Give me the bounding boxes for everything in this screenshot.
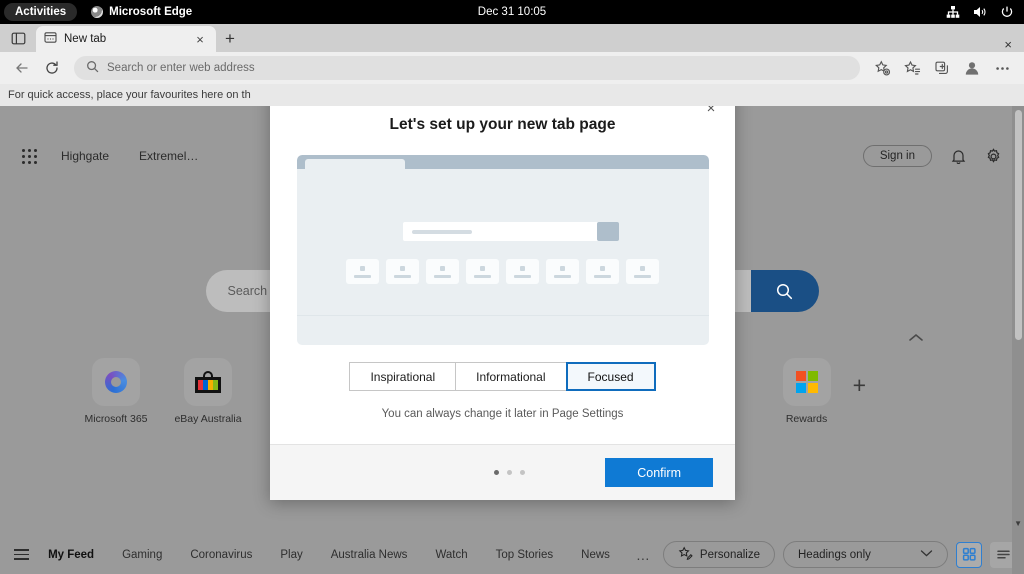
feed-bar-actions: Personalize Headings only (662, 541, 1016, 568)
pagination-dot[interactable] (507, 470, 512, 475)
grid-view-icon[interactable] (956, 541, 982, 568)
volume-icon[interactable] (973, 5, 987, 19)
add-favourite-icon[interactable] (868, 55, 896, 81)
feed-item-my-feed[interactable]: My Feed (34, 549, 108, 561)
activities-button[interactable]: Activities (4, 3, 78, 21)
preview-tile (626, 259, 659, 284)
dialog-title: Let's set up your new tab page (389, 116, 616, 133)
search-icon (86, 60, 99, 76)
preview-search-box (402, 222, 608, 241)
favourites-icon[interactable] (898, 55, 926, 81)
reload-icon[interactable] (38, 55, 66, 81)
preview-tile (546, 259, 579, 284)
preview-tile (586, 259, 619, 284)
feed-item-play[interactable]: Play (266, 549, 316, 561)
star-pencil-icon (678, 546, 693, 564)
profile-icon[interactable] (958, 55, 986, 81)
active-app-name: Microsoft Edge (109, 6, 193, 18)
window-close-button[interactable]: × (1004, 37, 1012, 52)
preview-divider (296, 315, 709, 316)
page-search-button[interactable] (750, 270, 819, 312)
toolbar-actions (868, 55, 1016, 81)
ebay-icon (184, 358, 232, 406)
dialog-footer: Confirm (270, 444, 735, 500)
preview-tile-row (297, 259, 709, 284)
system-tray[interactable] (946, 5, 1014, 19)
sign-in-button[interactable]: Sign in (862, 145, 932, 167)
feed-bar: My Feed Gaming Coronavirus Play Australi… (0, 535, 1024, 574)
tab-title: New tab (64, 33, 107, 45)
shortcut-label: Microsoft 365 (84, 413, 148, 425)
shortcut-tile[interactable]: Microsoft 365 (70, 358, 162, 425)
page-link-highgate[interactable]: Highgate (61, 149, 109, 163)
active-app-indicator[interactable]: Microsoft Edge (91, 6, 192, 18)
hamburger-icon[interactable] (8, 549, 34, 560)
address-bar-placeholder: Search or enter web address (107, 62, 255, 74)
browser-toolbar: Search or enter web address (0, 52, 1024, 84)
shortcut-tile[interactable]: eBay Australia (162, 358, 254, 425)
layout-option-group: Inspirational Informational Focused (270, 362, 735, 391)
preview-tile (426, 259, 459, 284)
personalize-label: Personalize (699, 548, 760, 561)
chevron-down-icon (920, 549, 933, 561)
feed-more-button[interactable]: … (624, 547, 663, 563)
confirm-button[interactable]: Confirm (605, 458, 713, 487)
microsoft-rewards-icon (782, 358, 831, 406)
preview-search-button (596, 222, 619, 241)
preview-tile (346, 259, 379, 284)
browser-tab[interactable]: New tab × (36, 26, 216, 52)
favourites-hint: For quick access, place your favourites … (8, 89, 251, 101)
page-link-extreme[interactable]: Extremel… (139, 149, 198, 163)
add-shortcut-button[interactable]: + (853, 372, 866, 399)
settings-more-icon[interactable] (988, 55, 1016, 81)
sidebar-toggle-icon[interactable] (0, 24, 36, 52)
favourites-bar: For quick access, place your favourites … (0, 84, 1024, 106)
address-bar[interactable]: Search or enter web address (74, 56, 860, 80)
preview-tile (386, 259, 419, 284)
scrollbar-down-arrow[interactable]: ▼ (1014, 519, 1022, 528)
network-icon[interactable] (946, 5, 960, 19)
feed-item-coronavirus[interactable]: Coronavirus (176, 549, 266, 561)
back-arrow-icon[interactable] (8, 55, 36, 81)
layout-option-informational[interactable]: Informational (455, 362, 567, 391)
layout-option-inspirational[interactable]: Inspirational (349, 362, 457, 391)
microsoft-365-icon (92, 358, 140, 406)
feed-item-australia-news[interactable]: Australia News (317, 549, 422, 561)
layout-preview (296, 155, 709, 345)
new-tab-setup-dialog: × Let's set up your new tab page Inspira… (270, 85, 735, 500)
browser-tab-strip: New tab × + × (0, 24, 1024, 52)
tab-close-icon[interactable]: × (192, 31, 208, 47)
gear-icon[interactable] (985, 147, 1002, 165)
shortcut-label: eBay Australia (174, 413, 242, 425)
bell-icon[interactable] (950, 148, 967, 165)
pagination-dots (494, 470, 525, 475)
feed-item-watch[interactable]: Watch (421, 549, 481, 561)
page-scrollbar[interactable]: ▼ (1012, 106, 1024, 574)
display-mode-select[interactable]: Headings only (783, 541, 948, 568)
feed-item-top-stories[interactable]: Top Stories (482, 549, 568, 561)
layout-option-focused[interactable]: Focused (565, 362, 656, 391)
preview-tile (466, 259, 499, 284)
personalize-button[interactable]: Personalize (662, 541, 775, 568)
os-top-bar: Activities Microsoft Edge Dec 31 10:05 (0, 0, 1024, 24)
chevron-up-icon[interactable] (908, 331, 924, 346)
preview-tab (304, 159, 405, 169)
shortcut-label: Rewards (785, 413, 828, 425)
preview-tile (506, 259, 539, 284)
new-tab-button[interactable]: + (216, 26, 244, 52)
scrollbar-thumb[interactable] (1015, 110, 1022, 340)
edge-logo-icon (91, 6, 104, 18)
pagination-dot[interactable] (520, 470, 525, 475)
display-mode-value: Headings only (798, 548, 871, 561)
tab-favicon-icon (44, 31, 57, 47)
collections-icon[interactable] (928, 55, 956, 81)
shortcut-tile[interactable]: Rewards (761, 358, 853, 425)
app-grid-icon[interactable] (22, 148, 37, 164)
feed-item-gaming[interactable]: Gaming (108, 549, 176, 561)
pagination-dot[interactable] (494, 470, 499, 475)
dialog-note: You can always change it later in Page S… (381, 408, 624, 420)
page-top-actions: Sign in (862, 145, 1002, 167)
power-icon[interactable] (1000, 5, 1014, 19)
feed-item-news[interactable]: News (567, 549, 624, 561)
